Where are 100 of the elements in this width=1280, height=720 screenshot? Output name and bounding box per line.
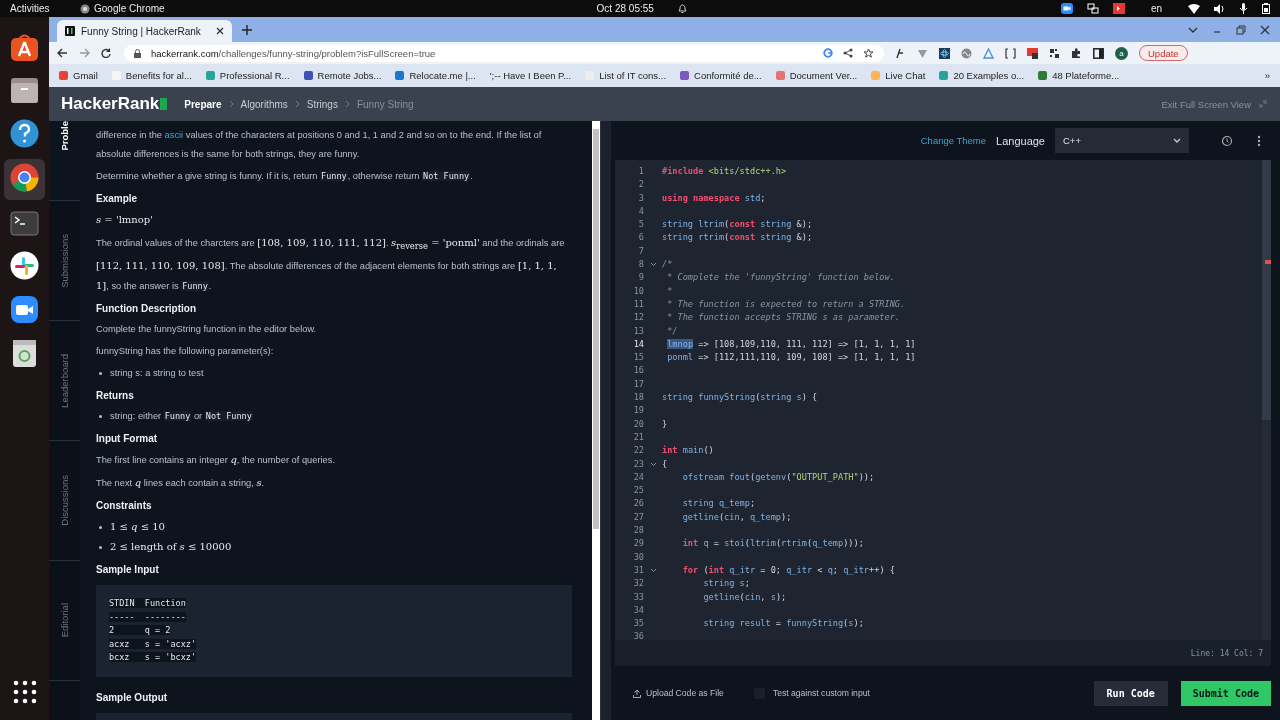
slack-icon[interactable] [10,251,39,280]
line-number: 13 [632,324,644,338]
more-options-icon[interactable] [1257,134,1261,147]
scrollbar[interactable] [592,121,600,720]
code-line: /* [662,258,673,272]
back-icon[interactable] [57,48,68,58]
extension-icon[interactable] [895,47,906,59]
line-number: 34 [632,603,644,617]
line-number: 22 [632,444,644,458]
line-number: 6 [637,231,644,245]
bullet-icon [99,525,102,529]
logo[interactable]: HackerRank [61,94,160,114]
bookmark-item[interactable]: Gmail [59,70,98,81]
bookmark-item[interactable]: ';-- Have I Been P... [489,70,572,81]
camera-icon[interactable] [1060,3,1073,14]
change-theme-link[interactable]: Change Theme [920,135,987,146]
section-heading: Input Format [96,432,159,446]
bookmark-item[interactable]: Conformité de... [680,70,762,81]
line-number: 15 [632,351,644,365]
reload-icon[interactable] [101,48,111,58]
folder-icon[interactable] [10,77,39,104]
caret-icon [1173,138,1181,143]
language-select[interactable]: C++ [1055,128,1189,153]
puzzle-icon[interactable] [1071,47,1082,59]
app-grid-icon[interactable] [12,680,37,704]
video-camera-icon[interactable] [10,295,39,324]
code-line: string q_temp; [681,497,756,511]
side-tab[interactable]: Submissions [59,233,70,288]
triangle-icon[interactable] [983,47,994,59]
update-button[interactable]: Update [1139,45,1188,61]
code-line: getline(cin, s); [702,590,787,604]
volume-icon[interactable] [1214,3,1225,14]
code-line: } [662,417,668,431]
splitter-handle[interactable] [600,121,611,720]
language-label: Language [996,134,1045,147]
terminal-icon[interactable] [10,211,39,236]
more-bookmarks-button[interactable]: » [1264,70,1270,81]
forward-icon[interactable] [79,48,90,58]
help-icon[interactable] [10,119,39,148]
breadcrumb-link[interactable]: Strings [306,98,338,110]
bookmark-item[interactable]: Professional R... [205,70,290,81]
qr-code-icon[interactable] [1049,47,1060,59]
software-store-icon[interactable] [10,33,39,62]
wifi-icon[interactable] [1188,3,1200,14]
side-panel-icon[interactable] [1093,47,1104,59]
line-number: 23 [632,457,644,471]
restore-icon[interactable] [1236,24,1246,35]
list-item: 2 ≤ length of s ≤ 10000 [110,540,232,554]
bookmark-item[interactable]: Remote Jobs... [303,70,382,81]
activities-button[interactable]: Activities [10,3,80,14]
link[interactable]: ascii [164,130,184,140]
submit-code-button[interactable]: Submit Code [1180,680,1271,706]
close-icon[interactable] [216,27,224,35]
code-line: * Complete the 'funnyString' function below. [666,271,895,285]
bookmark-item[interactable]: Live Chat [871,70,926,81]
trash-icon[interactable] [12,339,37,368]
brackets-icon[interactable] [1005,47,1016,59]
code-line: ponml => [112,111,110, 109, 108] => [1, 1, 1, 1] [666,351,916,365]
line-number: 8 [637,258,644,272]
profile-avatar[interactable]: a [1115,46,1128,60]
side-tab[interactable]: Leaderboard [59,353,70,408]
tab-search-icon[interactable] [1188,25,1198,34]
bookmark-item[interactable]: Benefits for al... [111,70,192,81]
language-indicator[interactable]: en [1150,3,1162,14]
checkbox-label[interactable]: Test against custom input [772,688,870,698]
new-tab-icon[interactable] [242,24,252,35]
history-icon[interactable] [1221,134,1233,147]
clock[interactable]: Oct 28 05:55 [596,3,654,14]
chrome-icon[interactable] [10,163,39,192]
breadcrumb-link[interactable]: Algorithms [240,98,288,110]
microphone-icon[interactable] [1239,3,1248,14]
share-icon[interactable] [843,48,853,58]
upload-file-link[interactable]: Upload Code as File [633,688,724,698]
run-code-button[interactable]: Run Code [1093,680,1168,706]
side-tab[interactable]: Editorial [59,603,70,638]
bookmark-item[interactable]: Relocate.me |... [395,70,476,81]
side-tab[interactable]: Discussions [59,475,70,526]
code-line: * The function is expected to return a STRING. [666,297,906,311]
line-number: 2 [637,178,644,192]
google-icon[interactable] [823,48,833,58]
line-number: 1 [637,165,644,178]
atom-icon[interactable] [939,47,950,59]
app-menu[interactable]: Google Chrome [80,3,165,14]
bookmark-item[interactable]: 48 Plateforme... [1038,70,1120,81]
side-tab[interactable]: Proble [59,121,70,151]
close-icon[interactable] [1260,24,1270,35]
record-icon[interactable] [1112,3,1125,14]
breadcrumb-link[interactable]: Prepare [184,98,222,110]
star-icon[interactable] [863,47,874,59]
address-bar[interactable]: hackerrank.com/challenges/funny-string/problem?isFullScreen=true [124,44,884,62]
screen-share-icon[interactable] [1086,3,1099,14]
bookmark-item[interactable]: Document Ver... [775,70,858,81]
battery-icon[interactable] [1262,3,1270,14]
section-heading: Example [96,192,139,206]
bookmark-item[interactable]: 20 Examples o... [939,70,1025,81]
lock-icon [134,48,141,58]
browser-tab[interactable]: Funny String | HackerRank [57,20,232,42]
scrollbar[interactable] [1262,160,1271,640]
list-item: string s: a string to test [110,367,204,380]
bookmark-item[interactable]: List of IT cons... [585,70,667,81]
